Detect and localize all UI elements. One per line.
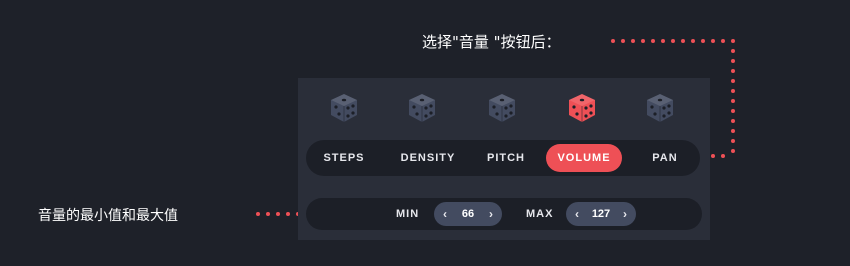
dice-icon[interactable] (406, 92, 438, 124)
dice-icon[interactable] (644, 92, 676, 124)
max-label: MAX (526, 208, 554, 220)
sequencer-panel: STEPS DENSITY PITCH VOLUME PAN MIN ‹ 66 … (298, 78, 710, 240)
max-value: 127 (591, 208, 611, 220)
tab-pitch[interactable]: PITCH (476, 144, 536, 172)
max-stepper[interactable]: ‹ 127 › (566, 202, 636, 226)
tab-steps[interactable]: STEPS (314, 144, 374, 172)
randomize-dice-row (298, 92, 710, 126)
chevron-right-icon[interactable]: › (482, 202, 500, 226)
dice-icon[interactable] (486, 92, 518, 124)
tab-density[interactable]: DENSITY (388, 144, 468, 172)
annotation-left: 音量的最小值和最大值 (38, 208, 178, 224)
dice-icon[interactable] (328, 92, 360, 124)
min-value: 66 (461, 208, 475, 220)
min-stepper[interactable]: ‹ 66 › (434, 202, 502, 226)
dice-icon[interactable] (566, 92, 598, 124)
parameter-tabs: STEPS DENSITY PITCH VOLUME PAN (306, 140, 700, 176)
tab-volume[interactable]: VOLUME (546, 144, 622, 172)
min-label: MIN (396, 208, 420, 220)
volume-range: MIN ‹ 66 › MAX ‹ 127 › (306, 198, 702, 230)
tab-pan[interactable]: PAN (640, 144, 690, 172)
annotation-top: 选择"音量 "按钮后： (422, 33, 561, 51)
chevron-right-icon[interactable]: › (616, 202, 634, 226)
